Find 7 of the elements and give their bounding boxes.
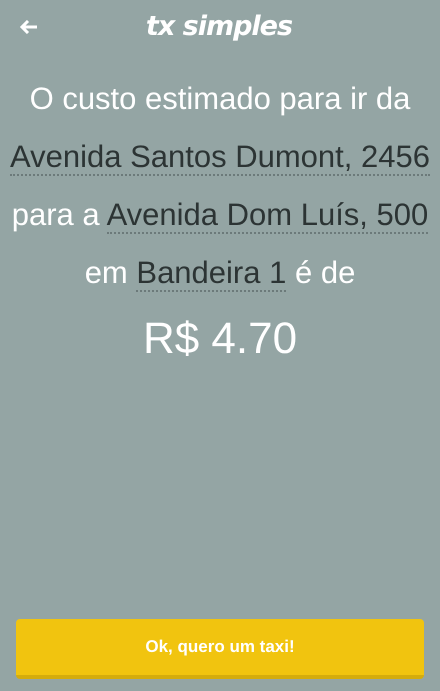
- app-title: tx simples: [146, 10, 292, 42]
- back-arrow-icon: [20, 20, 38, 34]
- address-link[interactable]: Avenida Santos Dumont, 2456: [10, 139, 430, 176]
- address-link[interactable]: Avenida Dom Luís, 500: [106, 197, 428, 234]
- address-link[interactable]: Bandeira 1: [136, 255, 286, 292]
- estimate-sentence: O custo estimado para ir da Avenida Santos Dumont, 2456 para a Avenida Dom Luís, 500 em Bandeira 1 é de: [9, 80, 431, 294]
- price-text: R$ 4.70: [142, 314, 298, 363]
